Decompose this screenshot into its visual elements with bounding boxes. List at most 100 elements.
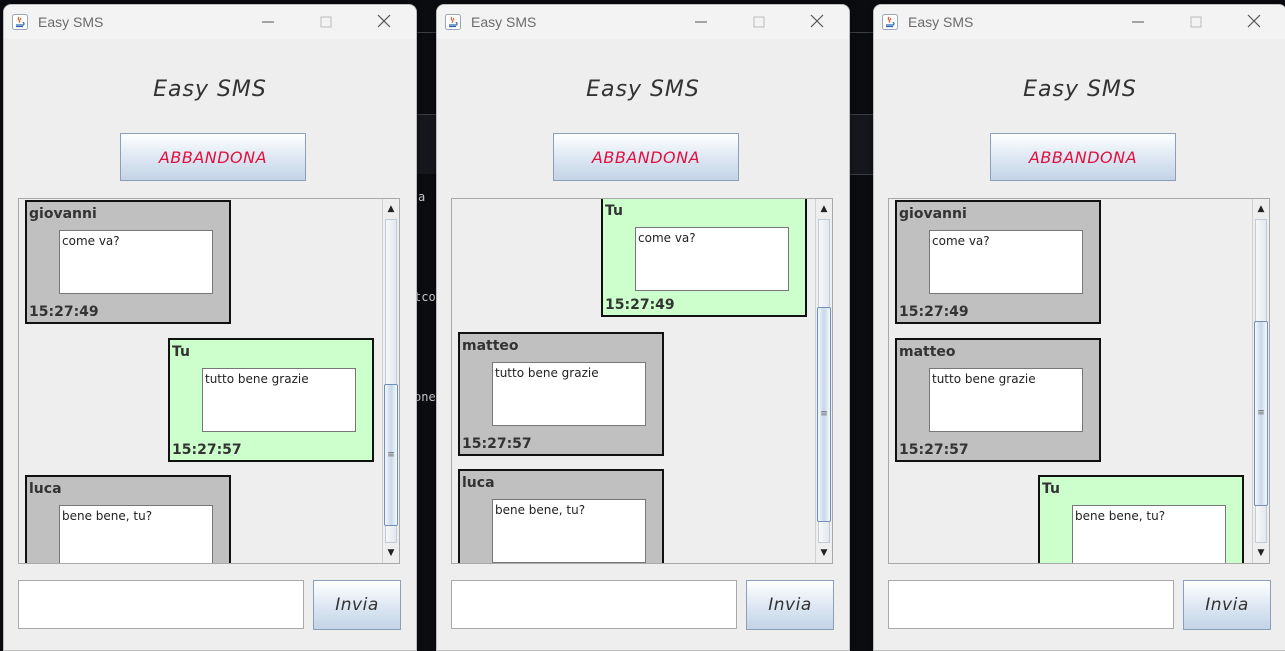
chat-area[interactable]: Tu come va? 15:27:49 matteo tutto bene grazi… — [451, 198, 833, 564]
message-card: matteo tutto bene grazie 15:27:57 — [458, 332, 664, 456]
scroll-up-arrow-icon[interactable]: ▲ — [1253, 201, 1269, 217]
message-text: tutto bene grazie — [202, 368, 356, 432]
window-title: Easy SMS — [38, 14, 104, 30]
message-sender: Tu — [605, 203, 623, 219]
message-sender: Tu — [172, 344, 190, 360]
java-app-icon — [882, 14, 898, 30]
message-sender: giovanni — [899, 206, 967, 222]
title-bar[interactable]: Easy SMS — [874, 5, 1285, 39]
message-input[interactable] — [451, 580, 737, 629]
message-sender: matteo — [899, 344, 956, 360]
leave-button[interactable]: ABBANDONA — [990, 133, 1176, 181]
message-text: come va? — [59, 230, 213, 294]
message-text: tutto bene grazie — [492, 362, 646, 426]
message-text: come va? — [929, 230, 1083, 294]
leave-button[interactable]: ABBANDONA — [120, 133, 306, 181]
message-time: 15:27:57 — [899, 442, 969, 458]
message-time: 15:27:49 — [29, 304, 99, 320]
background-line — [848, 114, 874, 115]
message-text: bene bene, tu? — [59, 505, 213, 563]
background-line — [848, 32, 874, 33]
scroll-thumb[interactable]: ≡ — [384, 384, 398, 526]
app-heading: Easy SMS — [1023, 77, 1137, 102]
message-sender: luca — [462, 475, 495, 491]
message-card: giovanni come va? 15:27:49 — [25, 200, 231, 324]
close-icon — [1247, 13, 1261, 32]
message-time: 15:27:49 — [899, 304, 969, 320]
send-button[interactable]: Invia — [1183, 580, 1271, 630]
maximize-icon — [1190, 13, 1202, 32]
send-button[interactable]: Invia — [746, 580, 834, 630]
message-card: luca bene bene, tu? — [25, 475, 231, 563]
message-sender: giovanni — [29, 206, 97, 222]
message-text: come va? — [635, 227, 789, 291]
close-button[interactable] — [364, 10, 404, 34]
chat-window: Easy SMS Easy SMS ABBANDONA Tu come va? 15:27… — [436, 4, 850, 651]
message-text: bene bene, tu? — [492, 499, 646, 563]
scroll-down-arrow-icon[interactable]: ▼ — [383, 545, 399, 561]
message-time: 15:27:57 — [172, 442, 242, 458]
java-app-icon — [445, 14, 461, 30]
close-button[interactable] — [1234, 10, 1274, 34]
background-band — [848, 114, 874, 174]
message-text: tutto bene grazie — [929, 368, 1083, 432]
leave-button[interactable]: ABBANDONA — [553, 133, 739, 181]
vertical-scrollbar[interactable]: ▲ ≡ ▼ — [1252, 199, 1269, 563]
background-band — [415, 114, 437, 174]
send-button[interactable]: Invia — [313, 580, 401, 630]
chat-area[interactable]: giovanni come va? 15:27:49 matteo tutto bene… — [888, 198, 1270, 564]
minimize-icon — [1132, 13, 1144, 32]
background-text: one — [414, 390, 436, 404]
chat-window: Easy SMS Easy SMS ABBANDONA giovanni come va… — [873, 4, 1285, 651]
message-time: 15:27:57 — [462, 436, 532, 452]
maximize-button[interactable] — [306, 10, 346, 34]
chat-area[interactable]: giovanni come va? 15:27:49 Tu tutto bene gra… — [18, 198, 400, 564]
message-sender: Tu — [1042, 481, 1060, 497]
maximize-button[interactable] — [1176, 10, 1216, 34]
scroll-up-arrow-icon[interactable]: ▲ — [816, 201, 832, 217]
minimize-button[interactable] — [681, 10, 721, 34]
chat-window: Easy SMS Easy SMS ABBANDONA giovanni come va… — [3, 4, 417, 651]
message-card: Tu bene bene, tu? — [1038, 475, 1244, 563]
maximize-button[interactable] — [739, 10, 779, 34]
close-icon — [377, 13, 391, 32]
background-line — [848, 174, 874, 175]
message-sender: matteo — [462, 338, 519, 354]
background-text: a — [418, 190, 426, 204]
close-icon — [810, 13, 824, 32]
background-line — [415, 32, 437, 33]
title-bar[interactable]: Easy SMS — [437, 5, 849, 39]
message-card: Tu come va? 15:27:49 — [601, 199, 807, 317]
message-card: matteo tutto bene grazie 15:27:57 — [895, 338, 1101, 462]
scroll-down-arrow-icon[interactable]: ▼ — [1253, 545, 1269, 561]
message-text: bene bene, tu? — [1072, 505, 1226, 563]
minimize-icon — [262, 13, 274, 32]
scroll-up-arrow-icon[interactable]: ▲ — [383, 201, 399, 217]
message-input[interactable] — [888, 580, 1174, 629]
message-sender: luca — [29, 481, 62, 497]
close-button[interactable] — [797, 10, 837, 34]
message-card: giovanni come va? 15:27:49 — [895, 200, 1101, 324]
maximize-icon — [753, 13, 765, 32]
window-title: Easy SMS — [908, 14, 974, 30]
window-title: Easy SMS — [471, 14, 537, 30]
message-input[interactable] — [18, 580, 304, 629]
app-heading: Easy SMS — [153, 77, 267, 102]
background-text: tco — [414, 290, 436, 304]
background-line — [415, 114, 437, 115]
vertical-scrollbar[interactable]: ▲ ≡ ▼ — [382, 199, 399, 563]
scroll-thumb[interactable]: ≡ — [1254, 321, 1268, 506]
title-bar[interactable]: Easy SMS — [4, 5, 416, 39]
scroll-thumb[interactable]: ≡ — [817, 307, 831, 522]
message-card: Tu tutto bene grazie 15:27:57 — [168, 338, 374, 462]
minimize-button[interactable] — [1118, 10, 1158, 34]
message-card: luca bene bene, tu? — [458, 469, 664, 563]
minimize-icon — [695, 13, 707, 32]
minimize-button[interactable] — [248, 10, 288, 34]
maximize-icon — [320, 13, 332, 32]
app-heading: Easy SMS — [586, 77, 700, 102]
vertical-scrollbar[interactable]: ▲ ≡ ▼ — [815, 199, 832, 563]
scroll-down-arrow-icon[interactable]: ▼ — [816, 545, 832, 561]
java-app-icon — [12, 14, 28, 30]
message-time: 15:27:49 — [605, 297, 675, 313]
